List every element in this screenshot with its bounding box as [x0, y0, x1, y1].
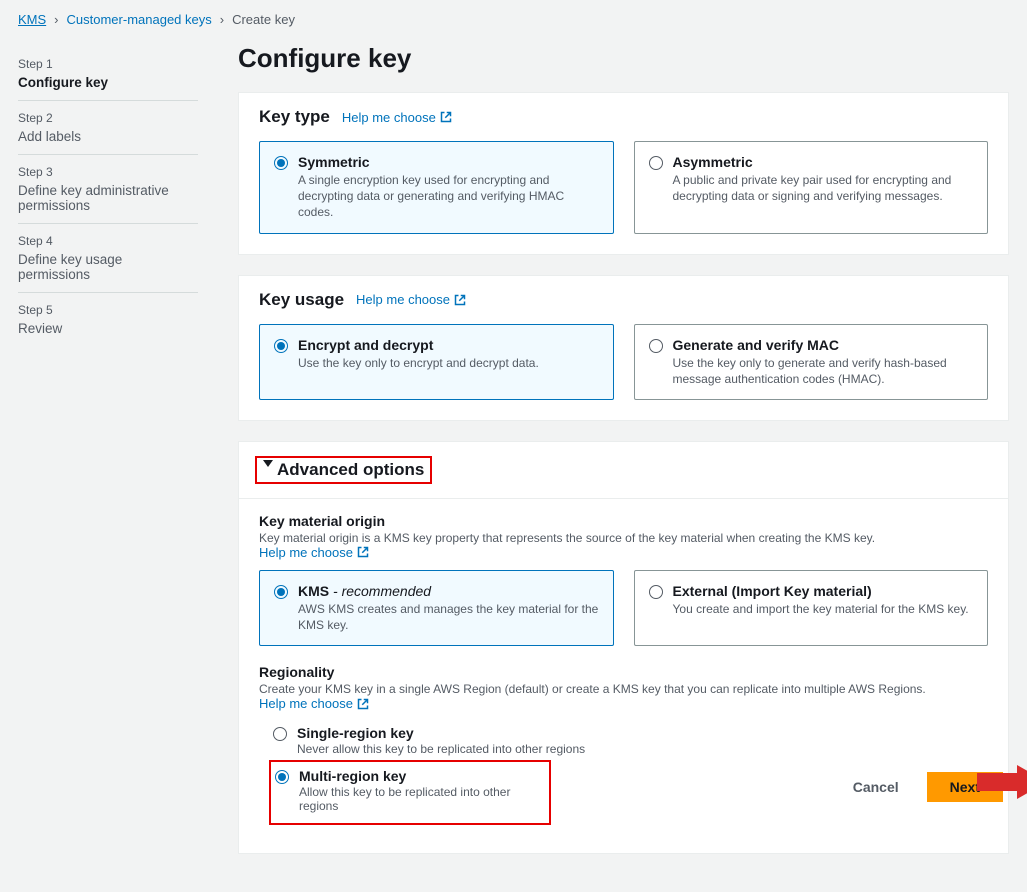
- radio-icon: [274, 339, 288, 353]
- radio-icon: [274, 156, 288, 170]
- radio-icon: [275, 770, 289, 784]
- step-add-labels[interactable]: Step 2 Add labels: [18, 101, 198, 155]
- breadcrumb-current: Create key: [232, 12, 295, 27]
- annotation-arrow-icon: [977, 765, 1027, 804]
- key-material-origin-heading: Key material origin: [259, 513, 988, 529]
- radio-symmetric[interactable]: Symmetric A single encryption key used f…: [259, 141, 614, 234]
- regionality-heading: Regionality: [259, 664, 988, 680]
- step-define-usage-perms[interactable]: Step 4 Define key usage permissions: [18, 224, 198, 293]
- help-link-origin[interactable]: Help me choose: [259, 545, 369, 560]
- radio-icon: [274, 585, 288, 599]
- radio-icon: [649, 585, 663, 599]
- key-type-heading: Key type: [259, 107, 330, 127]
- radio-icon: [649, 156, 663, 170]
- key-material-origin-desc: Key material origin is a KMS key propert…: [259, 531, 988, 560]
- step-review[interactable]: Step 5 Review: [18, 293, 198, 346]
- cancel-button[interactable]: Cancel: [843, 773, 909, 801]
- help-link-regionality[interactable]: Help me choose: [259, 696, 369, 711]
- regionality-desc: Create your KMS key in a single AWS Regi…: [259, 682, 988, 711]
- radio-asymmetric[interactable]: Asymmetric A public and private key pair…: [634, 141, 989, 234]
- radio-generate-verify-mac[interactable]: Generate and verify MAC Use the key only…: [634, 324, 989, 400]
- key-usage-heading: Key usage: [259, 290, 344, 310]
- radio-icon: [649, 339, 663, 353]
- panel-key-usage: Key usage Help me choose Encrypt and dec…: [238, 275, 1009, 421]
- caret-down-icon: [263, 460, 273, 467]
- step-define-admin-perms[interactable]: Step 3 Define key administrative permiss…: [18, 155, 198, 224]
- breadcrumb-cmk[interactable]: Customer-managed keys: [67, 12, 212, 27]
- breadcrumb: KMS › Customer-managed keys › Create key: [0, 0, 1027, 33]
- step-configure-key[interactable]: Step 1 Configure key: [18, 47, 198, 101]
- radio-encrypt-decrypt[interactable]: Encrypt and decrypt Use the key only to …: [259, 324, 614, 400]
- wizard-steps: Step 1 Configure key Step 2 Add labels S…: [18, 33, 198, 874]
- radio-single-region[interactable]: Single-region key Never allow this key t…: [259, 721, 988, 760]
- chevron-right-icon: ›: [54, 12, 58, 27]
- external-link-icon: [357, 698, 369, 710]
- external-link-icon: [357, 546, 369, 558]
- radio-kms-origin[interactable]: KMS - recommended AWS KMS creates and ma…: [259, 570, 614, 646]
- radio-icon: [273, 727, 287, 741]
- radio-external-origin[interactable]: External (Import Key material) You creat…: [634, 570, 989, 646]
- advanced-options-toggle[interactable]: Advanced options: [239, 442, 452, 498]
- help-link-key-type[interactable]: Help me choose: [342, 110, 452, 125]
- radio-multi-region[interactable]: Multi-region key Allow this key to be re…: [273, 764, 543, 817]
- chevron-right-icon: ›: [220, 12, 224, 27]
- external-link-icon: [440, 111, 452, 123]
- external-link-icon: [454, 294, 466, 306]
- page-title: Configure key: [238, 43, 1009, 74]
- breadcrumb-kms[interactable]: KMS: [18, 12, 46, 27]
- help-link-key-usage[interactable]: Help me choose: [356, 292, 466, 307]
- panel-key-type: Key type Help me choose Symmetric A sing…: [238, 92, 1009, 255]
